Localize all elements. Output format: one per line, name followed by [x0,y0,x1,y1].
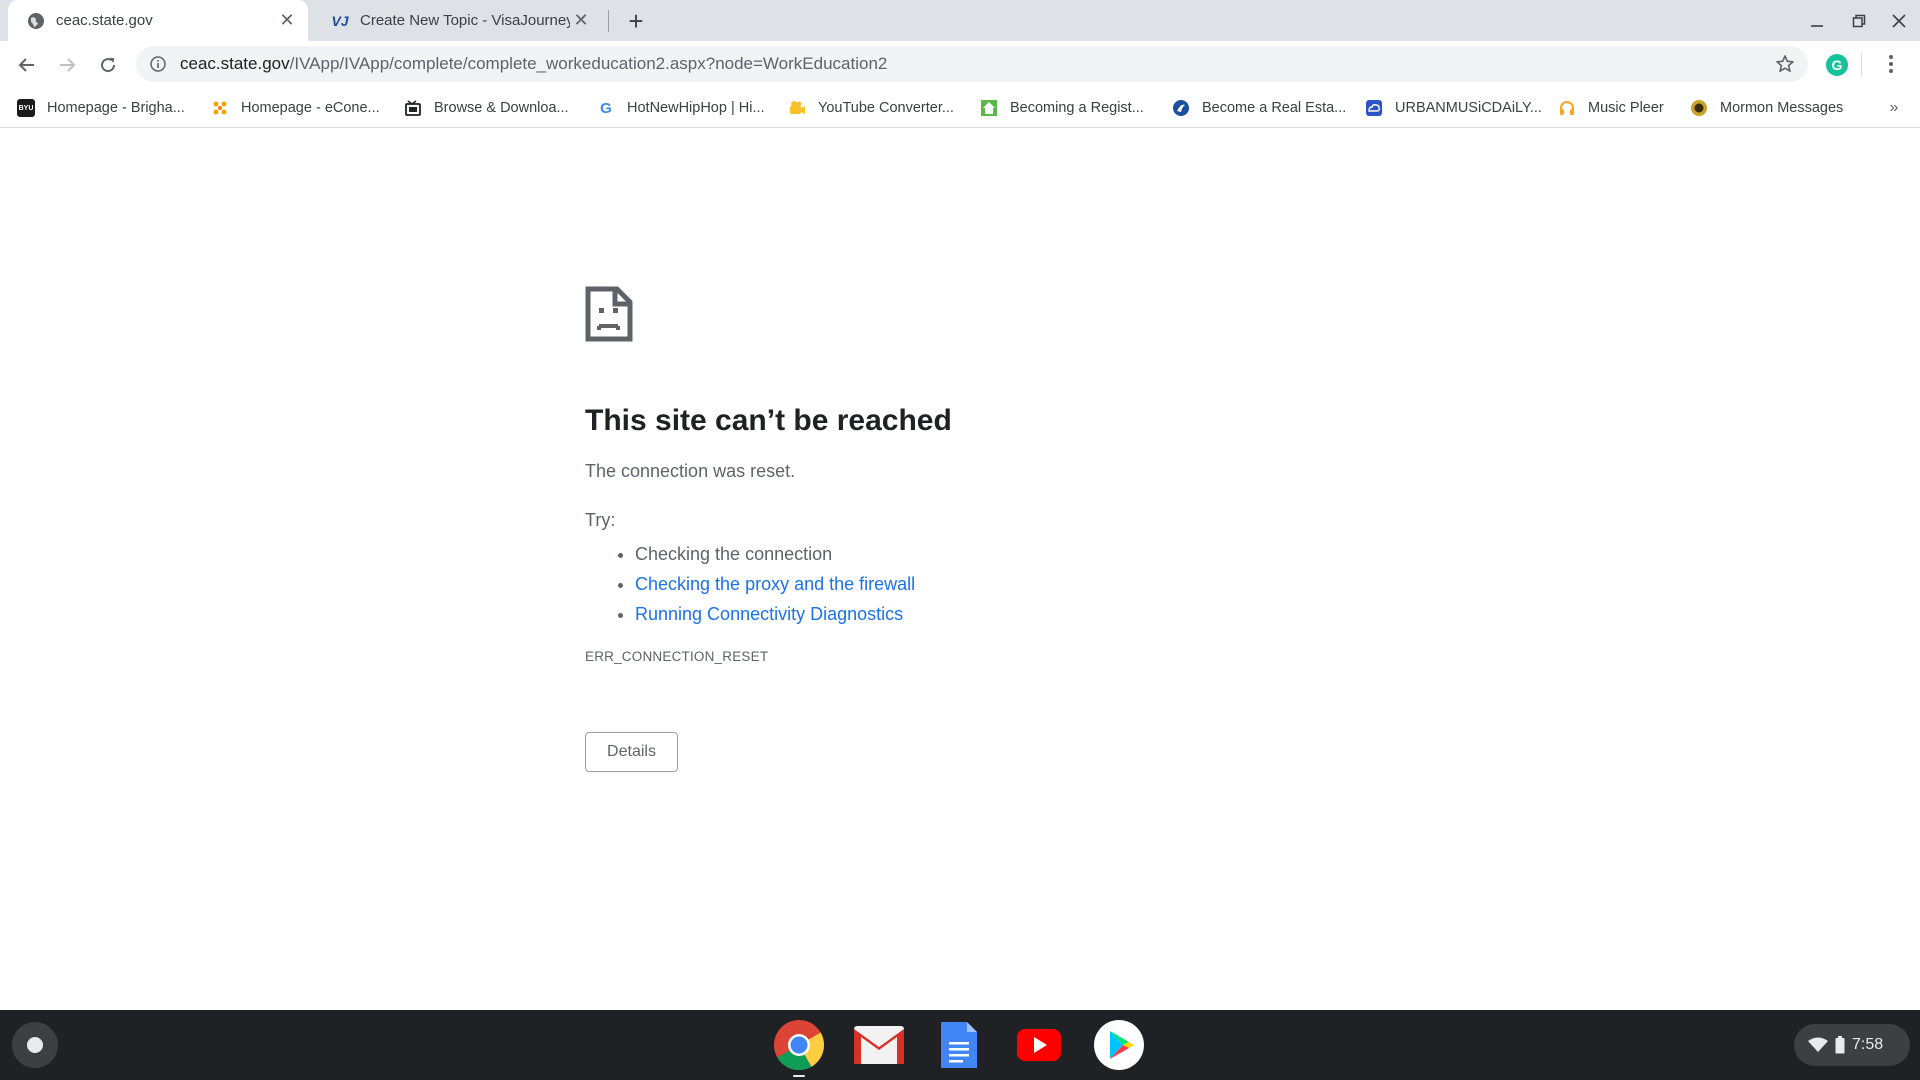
bookmark-item[interactable]: URBANMUSiCDAiLY... [1365,96,1542,120]
close-window-icon[interactable] [1882,6,1916,36]
econe-icon [211,99,229,117]
tab-title: Create New Topic - VisaJourney [360,12,570,29]
reload-icon[interactable] [91,48,125,82]
bookmark-label: Browse & Downloa... [434,100,569,116]
connectivity-diagnostics-link[interactable]: Running Connectivity Diagnostics [635,604,903,624]
clock-time: 7:58 [1852,1036,1884,1053]
forward-icon[interactable] [50,48,84,82]
bookmark-label: Becoming a Regist... [1010,100,1144,116]
bookmark-item[interactable]: YouTube Converter... [788,96,954,120]
tab-separator [608,10,609,32]
os-shelf: 7:58 [0,1010,1920,1080]
globe-icon [26,11,46,31]
bookmark-item[interactable]: Becoming a Regist... [980,96,1144,120]
bookmarks-bar: BYU Homepage - Brigha... Homepage - eCon… [0,88,1920,128]
url-text: ceac.state.gov/IVApp/IVApp/complete/comp… [180,54,887,74]
close-tab-icon[interactable]: ✕ [570,10,592,32]
bookmark-label: YouTube Converter... [818,100,954,116]
tab-ceac[interactable]: ceac.state.gov ✕ [8,0,308,41]
youtube-icon[interactable] [1013,1019,1065,1071]
byu-icon: BYU [17,99,35,117]
url-path: /IVApp/IVApp/complete/complete_workeduca… [289,54,888,73]
details-button[interactable]: Details [585,732,678,772]
visajourney-icon: VJ [331,12,349,29]
bookmark-item[interactable]: Mormon Messages [1690,96,1843,120]
bookmark-label: Music Pleer [1588,100,1664,116]
suggestion-item: Running Connectivity Diagnostics [635,599,1345,629]
back-icon[interactable] [10,48,44,82]
bookmark-label: Mormon Messages [1720,100,1844,116]
bookmark-label: HotNewHipHop | Hi... [627,100,765,116]
error-heading: This site can’t be reached [585,404,952,437]
try-label: Try: [585,510,616,530]
bookmark-item[interactable]: Music Pleer [1558,96,1664,120]
film-icon [404,99,422,117]
chrome-icon[interactable] [773,1019,825,1071]
minimize-icon[interactable] [1800,6,1834,36]
gmail-icon[interactable] [853,1019,905,1071]
tab-strip: ceac.state.gov ✕ VJ Create New Topic - V… [0,0,1920,41]
google-icon: G [600,99,612,117]
suggestion-item: Checking the connection [635,539,1345,569]
headphones-icon [1558,99,1576,117]
restore-icon[interactable] [1842,6,1876,36]
suggestion-item: Checking the proxy and the firewall [635,569,1345,599]
running-indicator [793,1075,805,1077]
error-page: This site can’t be reached The connectio… [585,286,1345,772]
launcher-icon [27,1037,43,1053]
wifi-icon [1808,1036,1828,1054]
converter-icon [788,99,806,117]
proxy-firewall-link[interactable]: Checking the proxy and the firewall [635,574,915,594]
bookmark-item[interactable]: BYU Homepage - Brigha... [17,96,185,120]
cloud-icon [1365,99,1383,117]
address-bar[interactable]: ceac.state.gov/IVApp/IVApp/complete/comp… [136,46,1808,82]
more-menu-icon[interactable] [1876,49,1906,79]
bookmarks-overflow-icon[interactable]: » [1882,96,1906,120]
house-icon [980,99,998,117]
tab-visajourney[interactable]: VJ Create New Topic - VisaJourney ✕ [312,0,602,41]
suggestions-list: Checking the connection Checking the pro… [635,539,1345,629]
suggestion-text: Checking the connection [635,544,833,564]
tab-title: ceac.state.gov [56,12,153,29]
play-store-icon[interactable] [1093,1019,1145,1071]
grammarly-extension-icon[interactable]: G [1826,54,1848,76]
bookmark-label: URBANMUSiCDAiLY... [1395,100,1542,116]
battery-icon [1834,1036,1846,1054]
bookmark-item[interactable]: Browse & Downloa... [404,96,569,120]
bookmark-item[interactable]: Homepage - eCone... [211,96,380,120]
new-tab-button[interactable]: + [620,6,652,36]
browser-toolbar: ceac.state.gov/IVApp/IVApp/complete/comp… [0,41,1920,88]
mormon-icon [1690,99,1708,117]
url-host: ceac.state.gov [180,54,290,73]
realestate-icon [1172,99,1190,117]
bookmark-label: Homepage - eCone... [241,100,380,116]
bookmark-label: Homepage - Brigha... [47,100,185,116]
close-tab-icon[interactable]: ✕ [276,10,298,32]
launcher-button[interactable] [12,1022,58,1068]
info-icon[interactable] [148,54,168,74]
bookmark-star-icon[interactable] [1774,53,1796,75]
status-tray[interactable]: 7:58 [1794,1024,1910,1066]
bookmark-item[interactable]: Become a Real Esta... [1172,96,1346,120]
bookmark-label: Become a Real Esta... [1202,100,1347,116]
toolbar-separator [1861,53,1862,77]
error-code: ERR_CONNECTION_RESET [585,649,769,664]
docs-icon[interactable] [933,1019,985,1071]
error-message: The connection was reset. [585,461,796,481]
bookmark-item[interactable]: G HotNewHipHop | Hi... [597,96,765,120]
sad-page-icon [585,286,633,346]
